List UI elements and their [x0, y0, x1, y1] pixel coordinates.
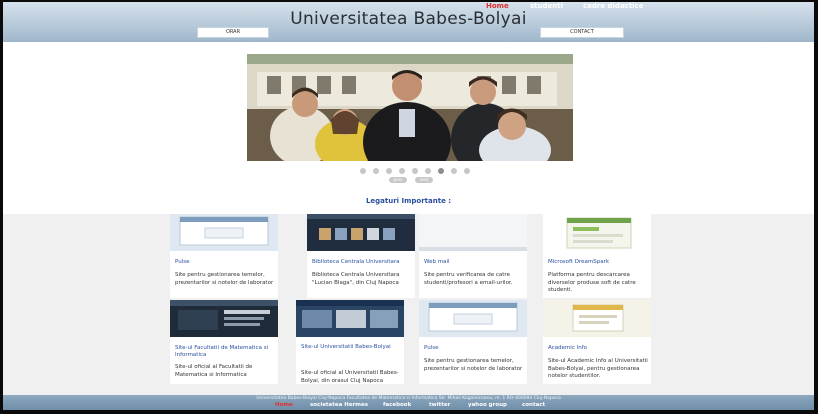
- nav-cadre-didactice[interactable]: cadre didactice: [583, 2, 643, 10]
- card-title[interactable]: Site-ul Universitatii Babes-Bolyai: [301, 344, 401, 351]
- footer-link-home[interactable]: Home: [275, 402, 293, 408]
- link-card[interactable]: Site-ul Facultatii de Matematica si Info…: [170, 300, 278, 384]
- link-card[interactable]: Web mail Site pentru verificarea de catr…: [419, 214, 527, 298]
- section-title: Legaturi Importante :: [365, 197, 452, 205]
- site-footer: Universitatea Babes-Bolyai Cluj-Napoca F…: [3, 395, 814, 410]
- page: Universitatea Babes-Bolyai Home studenti…: [3, 2, 814, 410]
- card-thumbnail: [296, 300, 404, 337]
- link-card[interactable]: Biblioteca Centrala Universitara Bibliot…: [307, 214, 415, 298]
- links-grid: Pulse Site pentru gestionarea temelor, p…: [3, 214, 814, 396]
- card-title[interactable]: Microsoft DreamSpark: [548, 259, 609, 266]
- site-title: Universitatea Babes-Bolyai: [290, 9, 527, 29]
- card-thumbnail: [170, 300, 278, 337]
- link-card[interactable]: Microsoft DreamSpark Platforma pentru de…: [543, 214, 651, 298]
- nav-studenti[interactable]: studenti: [530, 2, 563, 10]
- card-title[interactable]: Web mail: [424, 259, 450, 266]
- card-description: Site-ul Academic Info al Universitatii B…: [548, 358, 648, 379]
- footer-link-hermes[interactable]: societatea Hermes: [310, 402, 368, 408]
- card-description: Site pentru gestionarea temelor, prezent…: [424, 358, 523, 372]
- card-description: Biblioteca Centrala Universitara "Lucian…: [312, 272, 400, 286]
- ubb-screenshot: [296, 300, 404, 337]
- faculty-screenshot: [170, 300, 278, 337]
- card-description: Site-ul oficial al Universitatii Babes-B…: [301, 370, 399, 384]
- slider-dot[interactable]: [386, 168, 392, 174]
- link-card[interactable]: Pulse Site pentru gestionarea temelor, p…: [419, 300, 527, 384]
- library-screenshot: [307, 214, 415, 251]
- card-thumbnail: [170, 214, 278, 251]
- pulse-screenshot: [170, 214, 278, 251]
- pulse-screenshot: [419, 300, 527, 337]
- slider-dot[interactable]: [373, 168, 379, 174]
- academic-info-screenshot: [543, 300, 651, 337]
- slider-dot[interactable]: [360, 168, 366, 174]
- footer-link-yahoo-group[interactable]: yahoo group: [468, 402, 507, 408]
- card-thumbnail: [543, 214, 651, 251]
- slider-dot[interactable]: [425, 168, 431, 174]
- photo-slider[interactable]: [247, 54, 573, 161]
- footer-address: Universitatea Babes-Bolyai Cluj-Napoca F…: [256, 396, 561, 401]
- slider-dots: [360, 168, 470, 174]
- link-card[interactable]: Academic Info Site-ul Academic Info al U…: [543, 300, 651, 384]
- card-thumbnail: [419, 214, 527, 251]
- card-description: Site pentru verificarea de catre student…: [424, 272, 513, 286]
- slider-dot[interactable]: [412, 168, 418, 174]
- dreamspark-screenshot: [543, 214, 651, 251]
- link-card[interactable]: Site-ul Universitatii Babes-Bolyai Site-…: [296, 300, 404, 384]
- card-description: Site pentru gestionarea temelor, prezent…: [175, 272, 274, 286]
- card-thumbnail: [543, 300, 651, 337]
- card-title[interactable]: Pulse: [424, 345, 438, 352]
- card-description: Platforma pentru descarcarea diverselor …: [548, 272, 636, 293]
- card-title[interactable]: Academic Info: [548, 345, 587, 352]
- nav-home[interactable]: Home: [486, 2, 509, 10]
- slider-dot[interactable]: [399, 168, 405, 174]
- site-header: Universitatea Babes-Bolyai Home studenti…: [3, 2, 814, 42]
- link-card[interactable]: Pulse Site pentru gestionarea temelor, p…: [170, 214, 278, 298]
- slider-dot[interactable]: [451, 168, 457, 174]
- card-title[interactable]: Pulse: [175, 259, 189, 266]
- card-title[interactable]: Site-ul Facultatii de Matematica si Info…: [175, 345, 275, 359]
- slider-dot[interactable]: [464, 168, 470, 174]
- footer-link-facebook[interactable]: facebook: [383, 402, 411, 408]
- orar-button[interactable]: ORAR: [197, 27, 269, 38]
- contact-button[interactable]: CONTACT: [540, 27, 624, 38]
- students-photo: [247, 54, 573, 161]
- card-description: Site-ul oficial al Facultatii de Matemat…: [175, 364, 253, 378]
- footer-link-twitter[interactable]: twitter: [429, 402, 450, 408]
- next-button[interactable]: next: [415, 177, 433, 183]
- card-thumbnail: [307, 214, 415, 251]
- card-thumbnail: [419, 300, 527, 337]
- webmail-screenshot: [419, 214, 527, 251]
- slider-dot-active[interactable]: [438, 168, 444, 174]
- footer-link-contact[interactable]: contact: [522, 402, 545, 408]
- card-title[interactable]: Biblioteca Centrala Universitara: [312, 259, 400, 266]
- prev-button[interactable]: prev: [389, 177, 407, 183]
